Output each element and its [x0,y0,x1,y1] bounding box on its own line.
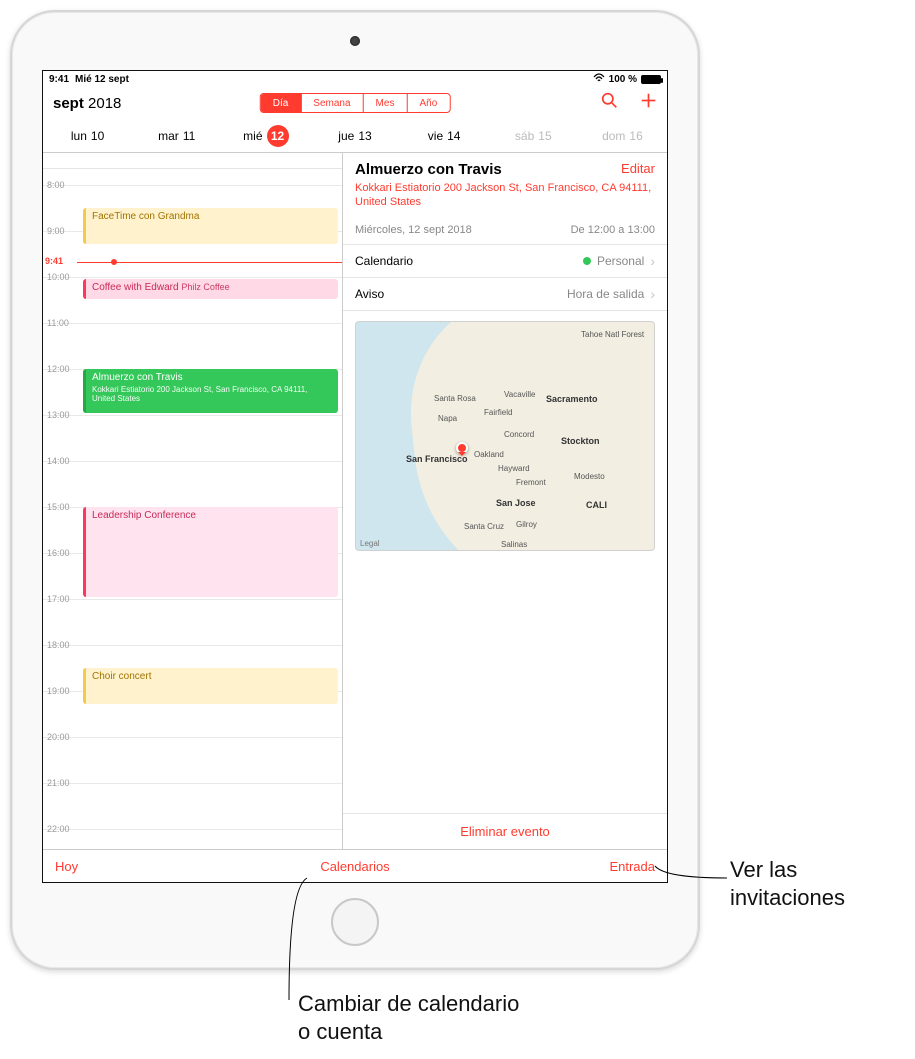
day-thu[interactable]: jue13 [310,119,399,152]
day-tue[interactable]: mar11 [132,119,221,152]
detail-datetime: Miércoles, 12 sept 2018 De 12:00 a 13:00 [343,216,667,245]
status-time: 9:41 [49,74,69,85]
segment-week[interactable]: Semana [301,94,363,112]
callout-line-calendars [285,878,305,1000]
map-city-label: Gilroy [516,520,537,529]
map-city-label: Napa [438,414,457,423]
camera [350,36,360,46]
event-facetime[interactable]: FaceTime con Grandma [83,208,338,244]
map-city-label: CALI [586,500,607,510]
map-city-label: Stockton [561,436,600,446]
status-date: Mié 12 sept [75,74,129,85]
edit-button[interactable]: Editar [621,161,655,176]
month-label[interactable]: sept 2018 [53,95,121,112]
map-city-label: King City [561,550,593,551]
map-city-label: Hayward [498,464,530,473]
search-icon[interactable] [601,92,618,114]
map-city-label: Tahoe Natl Forest [581,330,644,339]
home-button[interactable] [331,898,379,946]
main-split: 8:00 9:00 10:00 11:00 12:00 13:00 14:00 … [43,153,667,850]
timeline[interactable]: 8:00 9:00 10:00 11:00 12:00 13:00 14:00 … [43,153,343,849]
callout-inbox: Ver las invitaciones [730,856,845,911]
day-fri[interactable]: vie14 [400,119,489,152]
wifi-icon [593,73,605,86]
calendar-row[interactable]: Calendario Personal› [343,245,667,278]
map-city-label: Sacramento [546,394,598,404]
day-sat[interactable]: sáb15 [489,119,578,152]
callout-line-inbox [655,866,730,880]
allday-row [43,153,342,169]
map-preview[interactable]: Santa Rosa Napa Fairfield Vacaville Sacramen… [355,321,655,551]
hours-grid: 8:00 9:00 10:00 11:00 12:00 13:00 14:00 … [43,169,342,849]
inbox-button[interactable]: Entrada [609,859,655,874]
chevron-right-icon: › [650,253,655,269]
map-city-label: Vacaville [504,390,535,399]
today-button[interactable]: Hoy [55,859,78,874]
day-strip: lun10 mar11 mié12 jue13 vie14 sáb15 dom1… [43,119,667,153]
map-city-label: Modesto [574,472,605,481]
segment-month[interactable]: Mes [364,94,408,112]
ipad-frame: 9:41 Mié 12 sept 100 % sept 2018 Día Sem… [10,10,700,970]
alert-row[interactable]: Aviso Hora de salida› [343,278,667,311]
bottom-toolbar: Hoy Calendarios Entrada [43,850,667,882]
battery-icon [641,75,661,84]
status-bar: 9:41 Mié 12 sept 100 % [43,71,667,87]
segment-year[interactable]: Año [407,94,449,112]
top-nav: sept 2018 Día Semana Mes Año [43,87,667,119]
map-pin-icon [456,442,468,454]
battery-percent: 100 % [609,74,637,85]
add-icon[interactable] [640,92,657,114]
chevron-right-icon: › [650,286,655,302]
map-city-label: Fremont [516,478,546,487]
screen: 9:41 Mié 12 sept 100 % sept 2018 Día Sem… [42,70,668,883]
view-segmented-control[interactable]: Día Semana Mes Año [260,93,451,113]
calendar-color-dot [583,257,591,265]
detail-location[interactable]: Kokkari Estiatorio 200 Jackson St, San F… [355,181,655,210]
day-mon[interactable]: lun10 [43,119,132,152]
event-coffee[interactable]: Coffee with Edward Philz Coffee [83,279,338,299]
map-legal[interactable]: Legal [360,539,380,548]
detail-title: Almuerzo con Travis [355,161,655,178]
event-detail-panel: Almuerzo con Travis Editar Kokkari Estia… [343,153,667,849]
map-city-label: Santa Cruz [464,522,504,531]
event-lunch[interactable]: Almuerzo con Travis Kokkari Estiatorio 2… [83,369,338,413]
day-sun[interactable]: dom16 [578,119,667,152]
map-city-label: San Jose [496,498,536,508]
map-city-label: Concord [504,430,534,439]
map-city-label: Salinas [501,540,527,549]
day-wed[interactable]: mié12 [221,119,310,152]
map-city-label: Oakland [474,450,504,459]
now-indicator: 9:41 [77,262,342,263]
map-city-label: Santa Rosa [434,394,476,403]
event-choir[interactable]: Choir concert [83,668,338,704]
event-conf[interactable]: Leadership Conference [83,507,338,597]
map-city-label: Fairfield [484,408,512,417]
callout-calendars: Cambiar de calendario o cuenta [298,990,519,1045]
segment-day[interactable]: Día [261,94,302,112]
delete-event-button[interactable]: Eliminar evento [343,813,667,849]
calendars-button[interactable]: Calendarios [320,859,389,874]
